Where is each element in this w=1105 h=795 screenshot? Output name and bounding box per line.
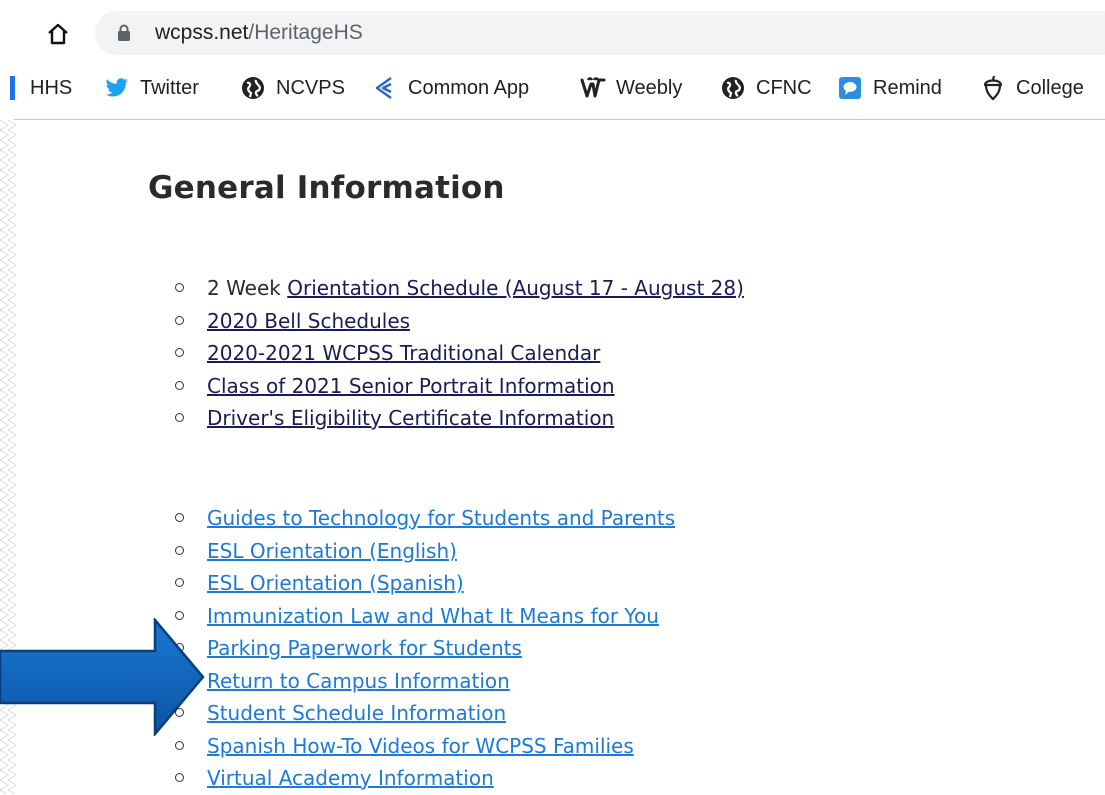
list-item: Spanish How-To Videos for WCPSS Families — [175, 730, 675, 763]
bookmark-remind[interactable]: Remind — [837, 70, 942, 106]
resources-list: Guides to Technology for Students and Pa… — [175, 502, 675, 795]
bullet-icon — [175, 380, 184, 390]
list-item: ESL Orientation (Spanish) — [175, 567, 675, 600]
technology-guides-link[interactable]: Guides to Technology for Students and Pa… — [207, 506, 675, 530]
globe-icon — [240, 75, 266, 101]
bookmark-label: Remind — [873, 76, 942, 99]
list-item: Student Schedule Information — [175, 697, 675, 730]
orientation-schedule-link[interactable]: Orientation Schedule (August 17 - August… — [287, 276, 744, 300]
list-item: Parking Paperwork for Students — [175, 632, 675, 665]
general-info-list: 2 Week Orientation Schedule (August 17 -… — [175, 272, 744, 435]
bookmark-hhs[interactable]: HHS — [30, 70, 72, 106]
parking-paperwork-link[interactable]: Parking Paperwork for Students — [207, 636, 522, 660]
arrow-shape — [0, 618, 205, 736]
bullet-icon — [175, 773, 184, 782]
esl-orientation-spanish-link[interactable]: ESL Orientation (Spanish) — [207, 571, 464, 595]
list-item: Driver's Eligibility Certificate Informa… — [175, 402, 744, 435]
bookmark-label: CFNC — [756, 76, 812, 99]
bookmarks-divider — [14, 119, 1105, 120]
bookmark-common-app[interactable]: Common App — [372, 70, 529, 106]
student-schedule-link[interactable]: Student Schedule Information — [207, 701, 506, 725]
bookmark-twitter[interactable]: Twitter — [104, 70, 199, 106]
annotation-arrow-icon — [0, 618, 205, 736]
spanish-videos-link[interactable]: Spanish How-To Videos for WCPSS Families — [207, 734, 634, 758]
lock-icon[interactable] — [117, 24, 131, 42]
twitter-icon — [104, 75, 130, 101]
bell-schedules-link[interactable]: 2020 Bell Schedules — [207, 309, 410, 333]
list-item: Virtual Academy Information — [175, 762, 675, 795]
list-item: Guides to Technology for Students and Pa… — [175, 502, 675, 535]
list-item: ESL Orientation (English) — [175, 535, 675, 568]
esl-orientation-english-link[interactable]: ESL Orientation (English) — [207, 539, 457, 563]
return-to-campus-link[interactable]: Return to Campus Information — [207, 669, 510, 693]
acorn-icon — [980, 75, 1006, 101]
drivers-eligibility-link[interactable]: Driver's Eligibility Certificate Informa… — [207, 406, 614, 430]
list-item: Class of 2021 Senior Portrait Informatio… — [175, 370, 744, 403]
bookmark-label: Common App — [408, 76, 530, 99]
list-item: Immunization Law and What It Means for Y… — [175, 600, 675, 633]
bullet-icon — [175, 578, 184, 587]
bookmark-label: HHS — [30, 76, 73, 99]
bookmark-cfnc[interactable]: CFNC — [720, 70, 812, 106]
bullet-icon — [175, 740, 184, 750]
url-text[interactable]: wcpss.net/HeritageHS — [155, 11, 363, 55]
bookmark-label: Weebly — [616, 76, 683, 99]
bookmark-label: College — [1016, 76, 1084, 99]
globe-icon — [720, 75, 746, 101]
list-item: 2020 Bell Schedules — [175, 305, 744, 338]
home-button[interactable] — [40, 18, 76, 50]
list-item: 2 Week Orientation Schedule (August 17 -… — [175, 272, 744, 305]
virtual-academy-link[interactable]: Virtual Academy Information — [207, 766, 494, 790]
common-app-icon — [372, 75, 398, 101]
immunization-law-link[interactable]: Immunization Law and What It Means for Y… — [207, 604, 659, 628]
bookmark-label: NCVPS — [276, 76, 345, 99]
weebly-icon — [580, 75, 606, 101]
url-path: /HeritageHS — [248, 21, 363, 44]
hhs-mark-icon — [10, 76, 15, 100]
bookmark-college[interactable]: College — [980, 70, 1084, 106]
senior-portrait-link[interactable]: Class of 2021 Senior Portrait Informatio… — [207, 374, 615, 398]
bullet-icon — [175, 413, 184, 422]
bullet-icon — [175, 348, 184, 357]
bookmark-weebly[interactable]: Weebly — [580, 70, 682, 106]
address-bar[interactable]: wcpss.net/HeritageHS — [95, 11, 1105, 55]
page-title: General Information — [148, 170, 505, 206]
list-item: Return to Campus Information — [175, 665, 675, 698]
traditional-calendar-link[interactable]: 2020-2021 WCPSS Traditional Calendar — [207, 341, 600, 365]
home-icon — [48, 23, 68, 45]
bookmarks-bar: HHS Twitter NCVPS Common App Weebly CFNC — [0, 70, 1105, 120]
bookmark-ncvps[interactable]: NCVPS — [240, 70, 345, 106]
url-host: wcpss.net — [155, 21, 249, 44]
bullet-icon — [175, 315, 184, 325]
browser-toolbar: wcpss.net/HeritageHS — [0, 0, 1105, 70]
list-item: 2020-2021 WCPSS Traditional Calendar — [175, 337, 744, 370]
bullet-icon — [175, 283, 184, 292]
bookmark-label: Twitter — [140, 76, 199, 99]
bullet-icon — [175, 545, 184, 555]
bullet-icon — [175, 513, 184, 522]
remind-icon — [837, 75, 863, 101]
list-item-prefix: 2 Week — [207, 276, 288, 300]
